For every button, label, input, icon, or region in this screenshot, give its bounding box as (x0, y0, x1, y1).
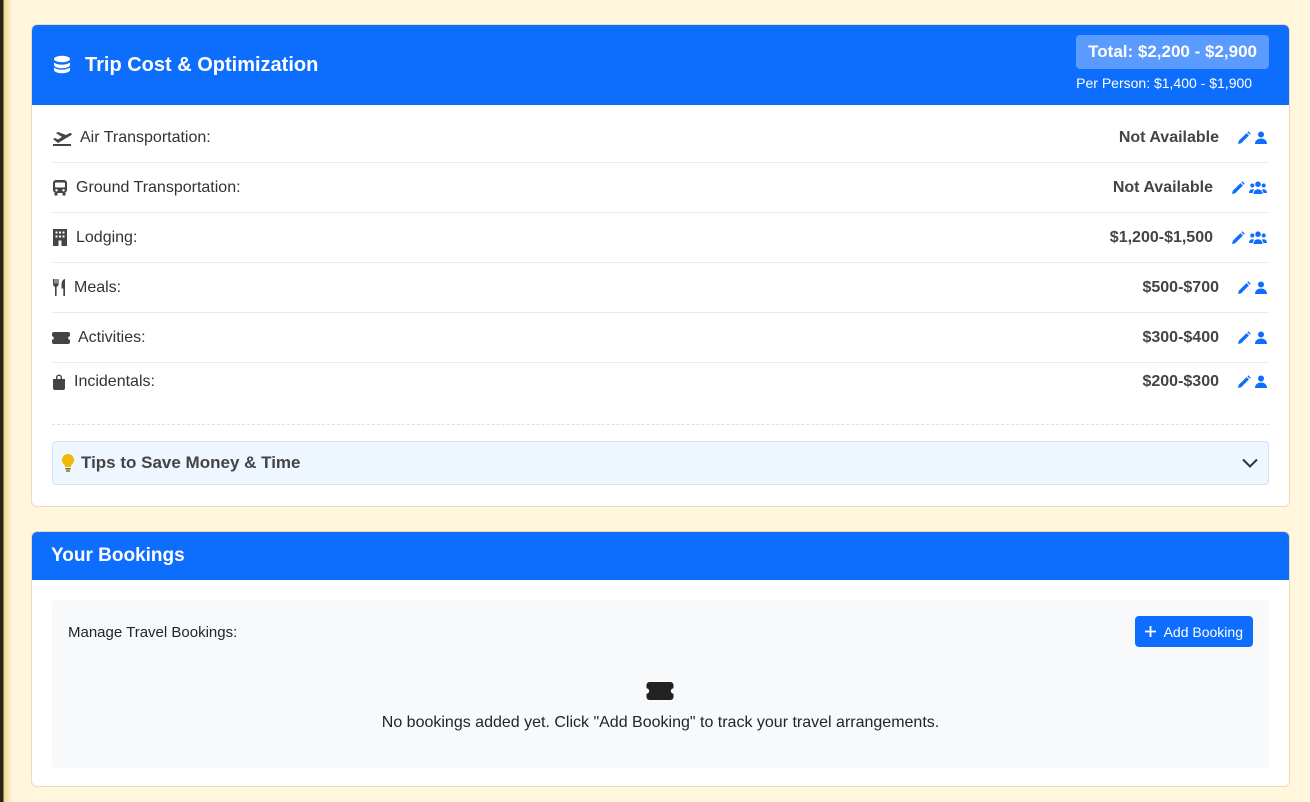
cost-row-label: Ground Transportation: (76, 178, 241, 196)
trip-cost-title-text: Trip Cost & Optimization (85, 53, 319, 76)
users-icon[interactable] (1249, 231, 1267, 244)
cost-row-lodging: Lodging: $1,200-$1,500 (52, 213, 1269, 263)
user-icon[interactable] (1255, 281, 1267, 294)
add-booking-button[interactable]: Add Booking (1134, 616, 1253, 647)
cost-row-label: Lodging: (76, 228, 138, 246)
user-icon[interactable] (1255, 375, 1267, 388)
total-summary: Total: $2,200 - $2,900 Per Person: $1,40… (1076, 35, 1269, 91)
cost-row-amount: $1,200-$1,500 (1109, 228, 1213, 246)
user-icon[interactable] (1255, 331, 1267, 344)
cost-row-activities: Activities: $300-$400 (52, 313, 1269, 363)
add-booking-label: Add Booking (1163, 623, 1243, 640)
cost-row-incidentals: Incidentals: $200-$300 (52, 363, 1269, 425)
tips-accordion-toggle[interactable]: Tips to Save Money & Time (52, 441, 1269, 485)
bookings-card: Your Bookings Manage Travel Bookings: Ad… (31, 531, 1290, 787)
edit-pencil-icon[interactable] (1231, 230, 1245, 245)
cost-row-label: Incidentals: (74, 372, 155, 390)
chevron-down-icon (1242, 458, 1258, 468)
bookings-title: Your Bookings (51, 545, 185, 566)
users-icon[interactable] (1249, 181, 1267, 194)
empty-bookings-message: No bookings added yet. Click "Add Bookin… (381, 714, 940, 731)
cost-row-meals: Meals: $500-$700 (52, 263, 1269, 313)
ticket-icon (52, 331, 70, 344)
trip-cost-title: Trip Cost & Optimization (51, 54, 318, 77)
bookings-header: Your Bookings (32, 532, 1289, 580)
cost-row-amount: Not Available (1118, 128, 1219, 146)
coins-icon (54, 55, 70, 74)
bus-icon (53, 180, 67, 196)
cost-row-amount: $500-$700 (1142, 278, 1219, 296)
window-edge (0, 0, 14, 802)
edit-pencil-icon[interactable] (1237, 280, 1251, 295)
bookings-body: Manage Travel Bookings: Add Booking No b… (32, 580, 1289, 786)
trip-cost-header: Trip Cost & Optimization Total: $2,200 -… (32, 25, 1289, 105)
tips-label: Tips to Save Money & Time (81, 453, 301, 472)
user-icon[interactable] (1255, 131, 1267, 144)
total-badge: Total: $2,200 - $2,900 (1076, 35, 1269, 69)
cost-row-air: Air Transportation: Not Available (52, 113, 1269, 163)
cost-row-label: Air Transportation: (80, 128, 211, 146)
edit-pencil-icon[interactable] (1231, 180, 1245, 195)
cost-row-amount: Not Available (1112, 178, 1213, 196)
cost-row-amount: $300-$400 (1142, 328, 1219, 346)
utensils-icon (53, 279, 65, 296)
edit-pencil-icon[interactable] (1237, 374, 1251, 389)
manage-bookings-label: Manage Travel Bookings: (68, 624, 238, 641)
cost-row-label: Meals: (74, 278, 122, 296)
shopping-bag-icon (53, 374, 65, 390)
per-person-cost: Per Person: $1,400 - $1,900 (1076, 75, 1253, 91)
cost-row-amount: $200-$300 (1142, 372, 1219, 390)
cost-row-label: Activities: (78, 328, 146, 346)
bookings-panel: Manage Travel Bookings: Add Booking No b… (52, 600, 1269, 768)
cost-row-ground: Ground Transportation: Not Available (52, 163, 1269, 213)
edit-pencil-icon[interactable] (1237, 330, 1251, 345)
ticket-icon (646, 682, 674, 700)
edit-pencil-icon[interactable] (1237, 130, 1251, 145)
plane-departure-icon (53, 131, 72, 146)
lightbulb-icon (61, 454, 75, 472)
trip-cost-card: Trip Cost & Optimization Total: $2,200 -… (31, 24, 1290, 507)
building-icon (53, 229, 67, 246)
cost-breakdown: Air Transportation: Not Available Ground… (32, 105, 1289, 485)
plus-icon (1144, 626, 1156, 637)
